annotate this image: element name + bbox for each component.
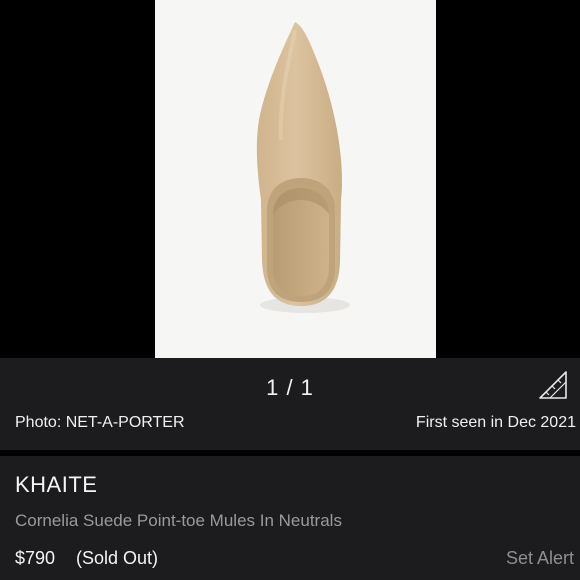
photo-credit: Photo: NET-A-PORTER	[15, 414, 185, 431]
brand-name[interactable]: KHAITE	[15, 472, 97, 498]
page-counter: 1 / 1	[266, 375, 314, 400]
ruler-triangle-icon[interactable]	[538, 370, 568, 400]
product-info-panel: KHAITE Cornelia Suede Point-toe Mules In…	[0, 456, 580, 580]
gallery-bar: 1 / 1 Photo: NET-A-PORTER First seen in …	[0, 358, 580, 450]
set-alert-button[interactable]: Set Alert	[506, 548, 574, 569]
product-photo[interactable]	[155, 0, 436, 358]
shoe-image	[256, 22, 350, 313]
product-price: $790	[15, 548, 56, 568]
product-title: Cornelia Suede Point-toe Mules In Neutra…	[15, 511, 342, 530]
image-viewer[interactable]	[0, 0, 580, 358]
first-seen-date: First seen in Dec 2021	[415, 414, 576, 431]
stock-status: (Sold Out)	[76, 548, 159, 568]
